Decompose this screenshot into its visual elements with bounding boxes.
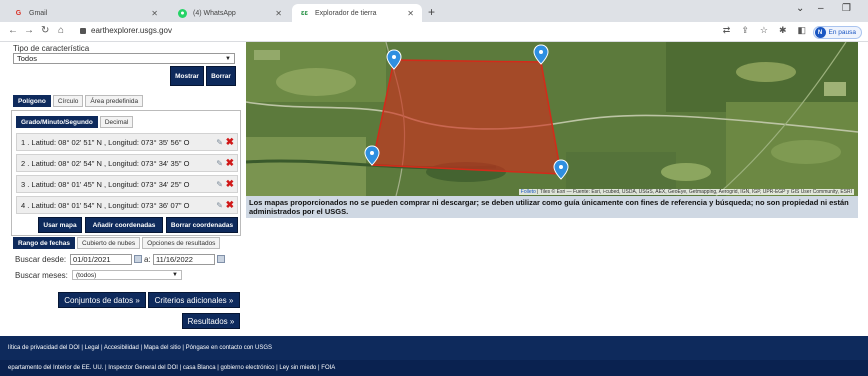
translate-icon[interactable]: ⇄	[723, 25, 731, 36]
tab-earthexplorer[interactable]: ɛɛ Explorador de tierra ✕	[292, 4, 422, 22]
footer-links-primary[interactable]: lítica de privacidad del DOI | Legal | A…	[0, 336, 868, 360]
tab-label: Explorador de tierra	[315, 9, 377, 17]
use-map-button[interactable]: Usar mapa	[38, 217, 82, 233]
chevron-down-icon: ▼	[225, 55, 231, 62]
date-to-label: a:	[144, 255, 151, 264]
search-from-label: Buscar desde:	[15, 255, 67, 264]
search-polygon[interactable]	[371, 59, 562, 175]
tab-result-options[interactable]: Opciones de resultados	[142, 237, 221, 249]
tab-date-range[interactable]: Rango de fechas	[13, 237, 76, 249]
feature-type-select[interactable]: Todos ▼	[13, 53, 235, 64]
share-icon[interactable]: ⇪	[741, 25, 749, 36]
datasets-button[interactable]: Conjuntos de datos »	[58, 292, 146, 308]
clear-coordinates-button[interactable]: Borrar coordenadas	[166, 217, 238, 233]
back-icon[interactable]: ←	[8, 25, 18, 36]
coordinates-box: Grado/Minuto/Segundo Decimal 1 . Latitud…	[11, 110, 241, 236]
feature-type-label: Tipo de característica	[13, 44, 90, 53]
edit-icon[interactable]: ✎	[216, 138, 223, 147]
chevron-down-icon: ▼	[172, 272, 178, 278]
edit-icon[interactable]: ✎	[216, 159, 223, 168]
url-field[interactable]: earthexplorer.usgs.gov	[80, 26, 172, 35]
delete-icon[interactable]: ✖	[226, 179, 234, 190]
side-panel-icon[interactable]: ◧	[797, 25, 806, 36]
lock-icon	[80, 27, 86, 34]
delete-icon[interactable]: ✖	[226, 137, 234, 148]
minimize-icon[interactable]: –	[818, 3, 824, 14]
additional-criteria-button[interactable]: Criterios adicionales »	[148, 292, 240, 308]
browser-tab-strip: G Gmail ✕ ● (4) WhatsApp ✕ ɛɛ Explorador…	[0, 0, 868, 22]
search-months-label: Buscar meses:	[15, 271, 68, 280]
tab-search-chevron-icon[interactable]: ⌄	[796, 3, 804, 14]
coordinate-row: 2 . Latitud: 08° 02' 54" N , Longitud: 0…	[16, 154, 238, 172]
search-criteria-panel: Tipo de característica Todos ▼ Mostrar Bo…	[0, 42, 246, 336]
tab-gmail[interactable]: G Gmail ✕	[6, 4, 166, 22]
tab-dms-format[interactable]: Grado/Minuto/Segundo	[16, 116, 98, 128]
bookmark-star-icon[interactable]: ☆	[760, 25, 768, 36]
map-attribution: Folleto | Tiles © Esri — Fuente: Esri, i…	[518, 189, 854, 195]
avatar: N	[814, 27, 826, 38]
map-disclaimer: Los mapas proporcionados no se pueden co…	[246, 196, 858, 218]
coordinate-row: 4 . Latitud: 08° 01' 54" N , Longitud: 0…	[16, 196, 238, 214]
gmail-icon: G	[15, 9, 22, 17]
results-button[interactable]: Resultados »	[182, 313, 240, 329]
close-icon[interactable]: ✕	[151, 9, 158, 18]
extensions-icon[interactable]: ✱	[779, 25, 787, 36]
map-imagery	[246, 42, 858, 196]
profile-button[interactable]: N En pausa	[812, 26, 862, 39]
footer-links-secondary[interactable]: epartamento del Interior de EE. UU. | In…	[0, 360, 868, 376]
edit-icon[interactable]: ✎	[216, 180, 223, 189]
coordinate-row: 1 . Latitud: 08° 02' 51" N , Longitud: 0…	[16, 133, 238, 151]
calendar-icon[interactable]	[134, 255, 142, 263]
home-icon[interactable]: ⌂	[58, 25, 64, 36]
calendar-icon[interactable]	[217, 255, 225, 263]
close-icon[interactable]: ✕	[407, 9, 414, 18]
tab-cloud-cover[interactable]: Cubierto de nubes	[77, 237, 141, 249]
whatsapp-icon: ●	[178, 8, 187, 18]
tab-polygon[interactable]: Polígono	[13, 95, 51, 107]
new-tab-icon[interactable]: +	[428, 5, 435, 19]
tab-whatsapp[interactable]: ● (4) WhatsApp ✕	[170, 4, 290, 22]
restore-icon[interactable]: ❐	[842, 3, 851, 14]
reload-icon[interactable]: ↻	[41, 25, 49, 36]
forward-icon[interactable]: →	[24, 25, 34, 36]
tab-predefined-area[interactable]: Área predefinida	[85, 95, 144, 107]
date-to-input[interactable]: 11/16/2022	[153, 254, 215, 265]
tab-decimal-format[interactable]: Decimal	[99, 116, 134, 128]
tab-label: (4) WhatsApp	[193, 9, 236, 17]
delete-icon[interactable]: ✖	[226, 200, 234, 211]
earthexplorer-icon: ɛɛ	[301, 9, 308, 17]
address-bar: ← → ↻ ⌂ earthexplorer.usgs.gov ⇄ ⇪ ☆ ✱ ◧…	[0, 22, 868, 42]
edit-icon[interactable]: ✎	[216, 201, 223, 210]
profile-status: En pausa	[828, 29, 856, 36]
tab-label: Gmail	[29, 9, 48, 17]
tab-circle[interactable]: Círculo	[52, 95, 84, 107]
leaflet-link[interactable]: Folleto	[521, 189, 536, 195]
date-from-input[interactable]: 01/01/2021	[70, 254, 132, 265]
satellite-map[interactable]: Folleto | Tiles © Esri — Fuente: Esri, i…	[246, 42, 858, 196]
months-select[interactable]: (todos) ▼	[72, 270, 182, 280]
clear-button[interactable]: Borrar	[206, 66, 236, 86]
coordinate-row: 3 . Latitud: 08° 01' 45" N , Longitud: 0…	[16, 175, 238, 193]
delete-icon[interactable]: ✖	[226, 158, 234, 169]
close-icon[interactable]: ✕	[275, 9, 282, 18]
add-coordinates-button[interactable]: Añadir coordenadas	[85, 217, 163, 233]
show-button[interactable]: Mostrar	[170, 66, 204, 86]
